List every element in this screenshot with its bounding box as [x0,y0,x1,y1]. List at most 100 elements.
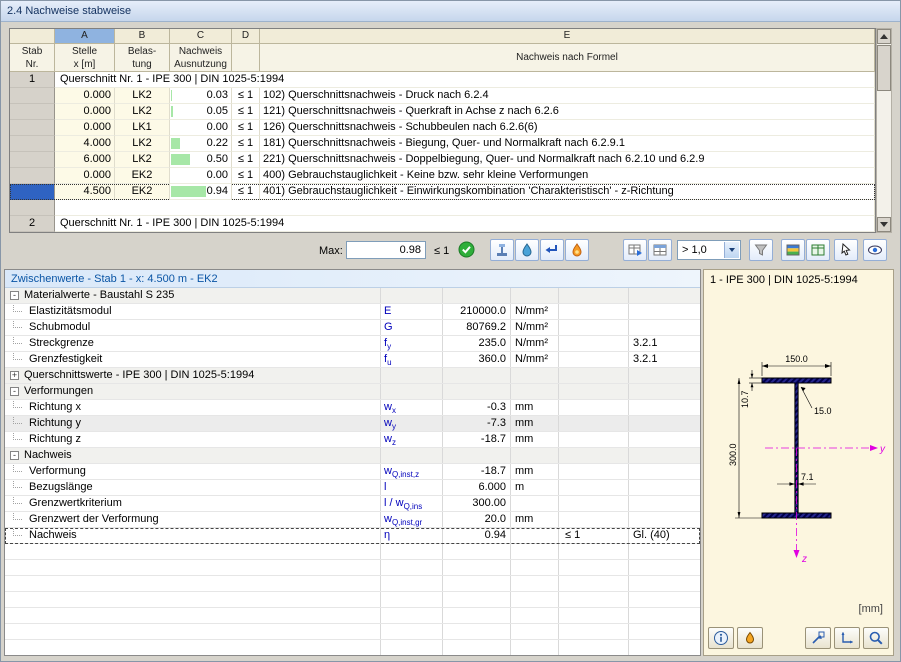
collapse-icon[interactable]: - [10,451,19,460]
detail-row[interactable] [5,560,700,576]
column-letter-C[interactable]: C [170,29,232,44]
table-row[interactable]: 1Querschnitt Nr. 1 - IPE 300 | DIN 1025-… [10,72,875,88]
detail-row[interactable]: Grenzfestigkeitfu360.0N/mm²3.2.1 [5,352,700,368]
table-row[interactable]: 0.000EK20.00≤ 1400) Gebrauchstauglichkei… [10,168,875,184]
detail-desc: Streckgrenze [5,336,380,351]
detail-value [442,448,510,463]
table-settings-button[interactable] [648,239,672,261]
detail-ref [628,432,700,447]
detail-row[interactable]: Grenzwert der VerformungwQ,inst,gr20.0mm [5,512,700,528]
zoom-button[interactable] [863,627,889,649]
detail-unit: mm [510,400,558,415]
scroll-down-button[interactable] [877,217,891,232]
utilization-filter-dropdown[interactable]: > 1,0 [677,240,741,260]
export-graphic-button[interactable] [805,627,831,649]
detail-desc [5,576,380,591]
dim-web-label: 7.1 [801,472,814,482]
dimension-button[interactable] [834,627,860,649]
column-letter-D[interactable]: D [232,29,260,44]
detail-ref [628,320,700,335]
column-header-E: Nachweis nach Formel [260,44,875,72]
detail-ref: Gl. (40) [628,528,700,543]
filter-button[interactable] [749,239,773,261]
detail-row[interactable]: -Verformungen [5,384,700,400]
results-letter-row: ABCDE [10,29,875,44]
detail-row[interactable]: SchubmodulG80769.2N/mm² [5,320,700,336]
detail-unit [510,624,558,639]
result-colors-button[interactable] [781,239,805,261]
column-letter-A[interactable]: A [55,29,115,44]
cell-load: LK1 [115,120,170,136]
detail-desc: -Nachweis [5,448,380,463]
chevron-down-icon[interactable] [724,242,739,258]
detail-symbol [380,544,442,559]
detail-desc: Elastizitätsmodul [5,304,380,319]
detail-ref [628,480,700,495]
detail-value [442,608,510,623]
detail-symbol [380,384,442,399]
pick-object-button[interactable] [834,239,858,261]
info-button[interactable] [708,627,734,649]
stab-nr-header: StabNr. [10,44,55,72]
assign-results-button[interactable] [540,239,564,261]
cell-x: 0.000 [55,88,115,104]
detail-row[interactable]: Streckgrenzefy235.0N/mm²3.2.1 [5,336,700,352]
table-row[interactable]: 4.000LK20.22≤ 1181) Querschnittsnachweis… [10,136,875,152]
detail-row[interactable]: -Materialwerte - Baustahl S 235 [5,288,700,304]
colors-button[interactable] [737,627,763,649]
detail-extra [558,544,628,559]
result-diagram-button[interactable] [490,239,514,261]
detail-value [442,640,510,655]
tree-branch [13,336,22,344]
table-row[interactable]: 6.000LK20.50≤ 1221) Querschnittsnachweis… [10,152,875,168]
detail-row[interactable]: VerformungwQ,inst,z-18.7mm [5,464,700,480]
collapse-icon[interactable]: - [10,291,19,300]
column-letter-E[interactable]: E [260,29,875,44]
panel-title: 2.4 Nachweise stabweise [1,1,900,22]
scroll-thumb[interactable] [877,45,891,91]
detail-extra [558,384,628,399]
extreme-values-button[interactable] [565,239,589,261]
detail-row[interactable] [5,640,700,656]
detail-row[interactable]: +Querschnittswerte - IPE 300 | DIN 1025-… [5,368,700,384]
column-letter-B[interactable]: B [115,29,170,44]
detail-extra: ≤ 1 [558,528,628,543]
detail-symbol [380,592,442,607]
excel-export-button[interactable] [806,239,830,261]
table-row[interactable]: 0.000LK20.05≤ 1121) Querschnittsnachweis… [10,104,875,120]
table-scrollbar[interactable] [876,28,892,233]
detail-row[interactable]: Bezugslängel6.000m [5,480,700,496]
table-row[interactable]: 2Querschnitt Nr. 1 - IPE 300 | DIN 1025-… [10,216,875,232]
detail-row[interactable]: Richtung ywy-7.3mm [5,416,700,432]
detail-row[interactable] [5,592,700,608]
visibility-button[interactable] [863,239,887,261]
axes-lines [765,448,873,552]
export-table-button[interactable] [623,239,647,261]
detail-row[interactable]: Nachweisη0.94≤ 1Gl. (40) [5,528,700,544]
color-scale-button[interactable] [515,239,539,261]
detail-symbol [380,608,442,623]
detail-unit [510,496,558,511]
detail-row[interactable]: -Nachweis [5,448,700,464]
table-row[interactable]: 0.000LK20.03≤ 1102) Querschnittsnachweis… [10,88,875,104]
detail-value: 6.000 [442,480,510,495]
detail-row[interactable] [5,608,700,624]
detail-desc: Nachweis [5,528,380,543]
detail-row[interactable] [5,544,700,560]
table-row[interactable] [10,200,875,216]
detail-row[interactable]: Grenzwertkriteriuml / wQ,ins300.00 [5,496,700,512]
detail-row[interactable] [5,624,700,640]
detail-row[interactable]: Richtung xwx-0.3mm [5,400,700,416]
detail-value [442,368,510,383]
result-colors-icon [785,242,801,258]
collapse-icon[interactable]: - [10,387,19,396]
table-row[interactable]: 4.500EK20.94≤ 1401) Gebrauchstauglichkei… [10,184,875,200]
expand-icon[interactable]: + [10,371,19,380]
detail-row[interactable]: Richtung zwz-18.7mm [5,432,700,448]
table-row[interactable]: 0.000LK10.00≤ 1126) Querschnittsnachweis… [10,120,875,136]
detail-row[interactable]: ElastizitätsmodulE210000.0N/mm² [5,304,700,320]
detail-value [442,592,510,607]
detail-row[interactable] [5,576,700,592]
scroll-up-button[interactable] [877,29,891,44]
detail-ref: 3.2.1 [628,336,700,351]
